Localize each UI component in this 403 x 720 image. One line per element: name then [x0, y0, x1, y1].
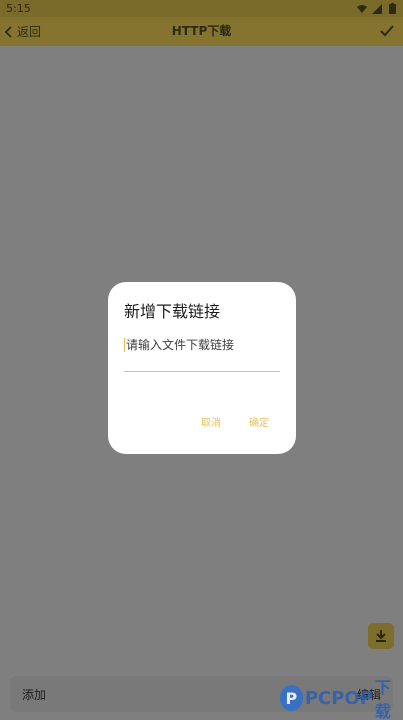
back-label: 返回	[17, 25, 42, 39]
text-cursor	[124, 338, 125, 352]
ok-button[interactable]: 确定	[249, 414, 269, 429]
app-bar: 返回 HTTP下载	[0, 17, 403, 46]
watermark-brand: PCPOP	[304, 687, 373, 709]
page-title: HTTP下载	[171, 24, 232, 38]
add-button[interactable]: 添加	[22, 686, 46, 703]
watermark: P PCPOP 下载	[280, 678, 403, 720]
download-icon	[376, 630, 386, 642]
url-input[interactable]	[126, 336, 278, 354]
pcpop-logo-icon: P	[280, 685, 303, 711]
signal-icon	[372, 3, 382, 14]
back-button[interactable]: 返回	[4, 17, 41, 46]
dialog-title: 新增下载链接	[124, 302, 221, 321]
confirm-button[interactable]	[379, 23, 395, 39]
add-link-dialog: 新增下载链接 取消 确定	[108, 282, 296, 454]
check-icon	[380, 25, 394, 37]
download-fab[interactable]	[368, 623, 394, 649]
watermark-suffix: 下载	[374, 678, 391, 720]
status-icons	[357, 3, 397, 14]
cancel-button[interactable]: 取消	[201, 414, 221, 429]
status-bar: 5:15	[0, 0, 403, 17]
chevron-left-icon	[4, 25, 12, 38]
status-time: 5:15	[6, 2, 31, 15]
dialog-actions: 取消 确定	[108, 414, 296, 434]
battery-icon	[387, 3, 397, 14]
wifi-icon	[357, 4, 367, 14]
url-input-container	[124, 336, 280, 372]
